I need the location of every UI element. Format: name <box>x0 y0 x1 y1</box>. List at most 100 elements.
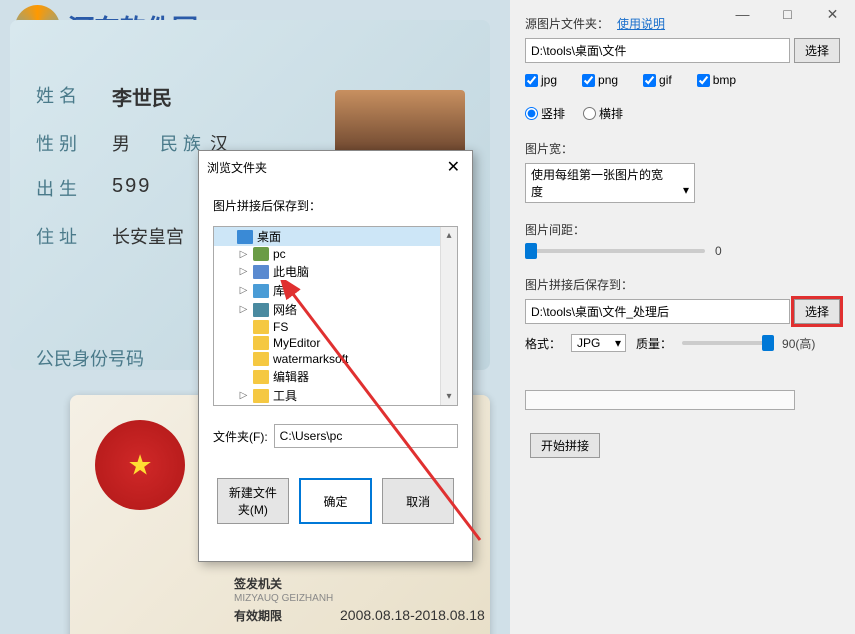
id-birth-value: 599 <box>112 175 151 198</box>
tree-item-label: MyEditor <box>273 336 320 350</box>
expand-icon[interactable]: ▷ <box>238 249 249 260</box>
id-birth-label: 出 生 <box>36 175 77 201</box>
lib-icon <box>253 284 269 298</box>
tree-scrollbar[interactable]: ▴ ▾ <box>440 227 457 405</box>
bmp-label: bmp <box>713 73 736 87</box>
width-select[interactable]: 使用每组第一张图片的宽度 <box>525 163 695 203</box>
horizontal-label: 横排 <box>599 105 623 122</box>
id-number-label: 公民身份号码 <box>36 345 144 371</box>
gap-slider[interactable] <box>525 249 705 253</box>
tree-item[interactable]: ▷ 网络 <box>214 300 457 319</box>
browse-folder-dialog: 浏览文件夹 ✕ 图片拼接后保存到： 桌面▷pc▷此电脑▷库▷网络FSMyEdit… <box>198 150 473 562</box>
jpg-checkbox[interactable] <box>525 74 538 87</box>
tree-item-label: 桌面 <box>257 228 281 245</box>
expand-icon[interactable]: ▷ <box>238 304 249 315</box>
expand-icon[interactable]: ▷ <box>238 266 249 277</box>
horizontal-radio[interactable] <box>583 107 596 120</box>
source-folder-label: 源图片文件夹： <box>525 15 609 32</box>
id-back-line4: 有效期限 <box>234 607 282 624</box>
id-addr-value: 长安皇宫 <box>112 223 184 249</box>
jpg-label: jpg <box>541 73 557 87</box>
folder-tree[interactable]: 桌面▷pc▷此电脑▷库▷网络FSMyEditorwatermarksoft编辑器… <box>213 226 458 406</box>
tree-item[interactable]: ▷ 此电脑 <box>214 262 457 281</box>
dialog-instruction: 图片拼接后保存到： <box>213 197 458 214</box>
format-label: 格式： <box>525 335 561 352</box>
tree-item[interactable]: watermarksoft <box>214 351 457 367</box>
folder-icon <box>253 352 269 366</box>
tree-item[interactable]: 桌面 <box>214 227 457 246</box>
gif-label: gif <box>659 73 672 87</box>
bmp-checkbox[interactable] <box>697 74 710 87</box>
tree-item[interactable]: ▷库 <box>214 281 457 300</box>
tree-item-label: watermarksoft <box>273 352 348 366</box>
tree-item[interactable]: 编辑器 <box>214 367 457 386</box>
folder-icon <box>253 320 269 334</box>
source-folder-input[interactable] <box>525 38 790 63</box>
tree-item[interactable]: ▷ 工具 <box>214 386 457 405</box>
id-addr-label: 住 址 <box>36 223 77 249</box>
tree-item[interactable]: ▷pc <box>214 246 457 262</box>
dialog-close-button[interactable]: ✕ <box>443 157 464 177</box>
cancel-button[interactable]: 取消 <box>382 478 454 524</box>
quality-slider-thumb[interactable] <box>762 335 774 351</box>
vertical-label: 竖排 <box>541 105 565 122</box>
scroll-down-icon[interactable]: ▾ <box>441 388 457 405</box>
ok-button[interactable]: 确定 <box>299 478 373 524</box>
id-nation-label: 民 族 <box>160 130 201 156</box>
save-select-button[interactable]: 选择 <box>794 299 840 324</box>
dialog-title: 浏览文件夹 <box>207 159 267 176</box>
png-label: png <box>598 73 618 87</box>
start-button[interactable]: 开始拼接 <box>530 433 600 458</box>
tree-item[interactable]: MyEditor <box>214 335 457 351</box>
gap-value: 0 <box>715 244 722 258</box>
folder-input-label: 文件夹(F): <box>213 428 268 445</box>
emblem-icon <box>95 420 185 510</box>
expand-icon[interactable]: ▷ <box>238 390 249 401</box>
id-gender-value: 男 <box>112 130 130 156</box>
save-folder-input[interactable] <box>525 299 790 324</box>
tree-item-label: 编辑器 <box>273 368 309 385</box>
tree-item-label: 网络 <box>273 301 297 318</box>
id-back-line3: MIZYAUQ GEIZHANH <box>234 593 333 604</box>
id-back-line2: 签发机关 <box>234 575 282 592</box>
tree-item-label: 库 <box>273 282 285 299</box>
new-folder-button[interactable]: 新建文件夹(M) <box>217 478 289 524</box>
settings-panel: 源图片文件夹： 使用说明 选择 jpg png gif bmp 竖排 横排 图片… <box>510 0 855 634</box>
maximize-button[interactable]: □ <box>765 0 810 28</box>
id-gender-label: 性 别 <box>36 130 77 156</box>
format-select[interactable]: JPG <box>571 334 626 352</box>
tree-item-label: 工具 <box>273 387 297 404</box>
quality-label: 质量： <box>636 335 672 352</box>
folder-icon <box>253 336 269 350</box>
close-button[interactable]: ✕ <box>810 0 855 28</box>
expand-icon[interactable]: ▷ <box>238 285 249 296</box>
gif-checkbox[interactable] <box>643 74 656 87</box>
help-link[interactable]: 使用说明 <box>617 15 665 32</box>
tree-item[interactable]: 图片批量处理工具v10.6 <box>214 405 457 406</box>
desktop-icon <box>237 230 253 244</box>
quality-slider[interactable] <box>682 341 772 345</box>
vertical-radio[interactable] <box>525 107 538 120</box>
scroll-up-icon[interactable]: ▴ <box>441 227 457 244</box>
folder-icon <box>253 370 269 384</box>
id-back-dates: 2008.08.18-2018.08.18 <box>340 607 485 623</box>
id-name-value: 李世民 <box>112 82 172 111</box>
gap-slider-thumb[interactable] <box>525 243 537 259</box>
window-controls: — □ ✕ <box>720 0 855 28</box>
width-label: 图片宽： <box>525 140 573 157</box>
id-name-label: 姓 名 <box>36 82 77 108</box>
tree-item-label: FS <box>273 320 288 334</box>
computer-icon <box>253 265 269 279</box>
tree-item-label: 此电脑 <box>273 263 309 280</box>
source-select-button[interactable]: 选择 <box>794 38 840 63</box>
folder-icon <box>253 389 269 403</box>
folder-input[interactable] <box>274 424 458 448</box>
progress-bar <box>525 390 795 410</box>
png-checkbox[interactable] <box>582 74 595 87</box>
main-window: 彩色图片批量拼接工具 河东软件园 www.pc0359.cn 姓 名 李世民 性… <box>0 0 855 634</box>
tree-item[interactable]: FS <box>214 319 457 335</box>
net-icon <box>253 303 269 317</box>
save-folder-label: 图片拼接后保存到： <box>525 276 633 293</box>
pc-icon <box>253 247 269 261</box>
minimize-button[interactable]: — <box>720 0 765 28</box>
